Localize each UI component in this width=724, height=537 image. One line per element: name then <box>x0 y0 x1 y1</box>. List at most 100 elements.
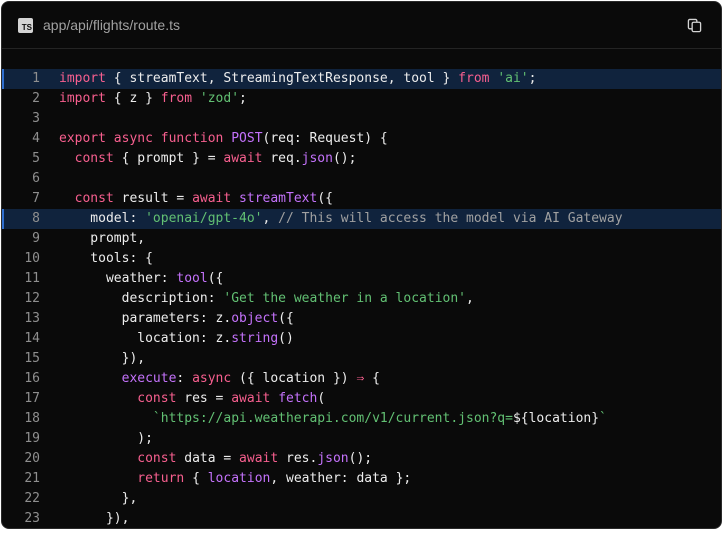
code-token: 'Get the weather in a location' <box>223 291 467 306</box>
line-number: 14 <box>24 331 40 346</box>
code-token: json <box>301 151 333 166</box>
code-token: const <box>74 151 114 166</box>
line-number: 1 <box>32 71 40 86</box>
code-token: , <box>262 211 279 226</box>
code-token: tool <box>176 271 208 286</box>
code-token: (req: Request) { <box>262 131 388 146</box>
code-text: description: 'Get the weather in a locat… <box>59 289 474 309</box>
code-token: }, <box>59 491 138 506</box>
copy-icon <box>687 18 701 32</box>
code-line: 4 export async function POST(req: Request… <box>2 129 721 149</box>
code-text: `https://api.weatherapi.com/v1/current.j… <box>59 409 607 429</box>
code-text: return { location, weather: data }; <box>59 469 411 489</box>
typescript-file-icon: TS <box>18 17 33 33</box>
code-text: export async function POST(req: Request)… <box>59 129 388 149</box>
code-text: prompt, <box>59 229 145 249</box>
code-token: req. <box>262 151 302 166</box>
line-number: 17 <box>24 391 40 406</box>
code-token: async <box>113 131 153 146</box>
code-token: json <box>317 451 349 466</box>
code-token: ({ <box>317 191 333 206</box>
code-line: 16 execute: async ({ location }) ⇒ { <box>2 369 721 389</box>
code-text: import { z } from 'zod'; <box>59 89 247 109</box>
code-token: location: z. <box>59 331 232 346</box>
line-number: 4 <box>32 131 40 146</box>
code-token: POST <box>231 131 263 146</box>
code-text: location: z.string() <box>59 329 294 349</box>
code-line: 20 const data = await res.json(); <box>2 449 721 469</box>
code-token: from <box>160 91 193 106</box>
code-token: streamText <box>239 191 318 206</box>
line-number: 8 <box>32 211 40 226</box>
code-token: ` <box>599 411 607 426</box>
line-number: 15 <box>24 351 40 366</box>
code-token: { <box>364 371 380 386</box>
code-token: async <box>192 371 232 386</box>
code-token: `https://api.weatherapi.com/v1/current.j… <box>152 411 513 426</box>
code-token: res. <box>278 451 318 466</box>
code-token: ( <box>317 391 326 406</box>
code-token: 'zod' <box>199 91 240 106</box>
code-token: prompt, <box>59 231 146 246</box>
code-text: weather: tool({ <box>59 269 223 289</box>
code-line: 14 location: z.string() <box>2 329 721 349</box>
code-text: parameters: z.object({ <box>59 309 294 329</box>
code-text: model: 'openai/gpt-4o', // This will acc… <box>59 209 622 229</box>
code-token: ; <box>239 91 247 106</box>
code-token: description: <box>59 291 224 306</box>
code-token: (); <box>332 151 357 166</box>
code-block-window: TS app/api/flights/route.ts 1 import { st… <box>1 1 722 529</box>
code-line: 9 prompt, <box>2 229 721 249</box>
line-number: 7 <box>32 191 40 206</box>
line-number: 6 <box>32 171 40 186</box>
file-path: app/api/flights/route.ts <box>43 17 180 33</box>
code-line: 10 tools: { <box>2 249 721 269</box>
line-number: 19 <box>24 431 40 446</box>
copy-button[interactable] <box>683 14 705 36</box>
code-token: , <box>466 291 474 306</box>
code-token: ({ location }) <box>231 371 357 386</box>
code-line: 22 }, <box>2 489 721 509</box>
line-number: 3 <box>32 111 40 126</box>
code-token: parameters: z. <box>59 311 232 326</box>
code-text: }, <box>59 489 138 509</box>
code-token: 'ai' <box>497 71 529 86</box>
code-line: 15 }), <box>2 349 721 369</box>
line-number: 9 <box>32 231 40 246</box>
code-line: 21 return { location, weather: data }; <box>2 469 721 489</box>
code-token: await <box>223 151 263 166</box>
code-token: res = <box>176 391 232 406</box>
code-block-header: TS app/api/flights/route.ts <box>2 2 721 49</box>
code-token: const <box>137 451 177 466</box>
code-line: 3 <box>2 109 721 129</box>
line-number: 22 <box>24 491 40 506</box>
code-token: ); <box>59 431 153 446</box>
code-token: location <box>207 471 271 486</box>
code-line: 1 import { streamText, StreamingTextRespo… <box>2 69 721 89</box>
line-number: 18 <box>24 411 40 426</box>
code-line: 11 weather: tool({ <box>2 269 721 289</box>
code-token: import <box>59 71 106 86</box>
line-number: 23 <box>24 511 40 526</box>
code-token: await <box>192 191 232 206</box>
code-token: await <box>239 451 279 466</box>
code-line: 17 const res = await fetch( <box>2 389 721 409</box>
code-line: 12 description: 'Get the weather in a lo… <box>2 289 721 309</box>
code-token: ({ <box>207 271 224 286</box>
line-number: 2 <box>32 91 40 106</box>
code-token: ({ <box>278 311 294 326</box>
code-token: }), <box>59 351 146 366</box>
code-token: await <box>231 391 271 406</box>
code-token: data = <box>176 451 240 466</box>
code-token: export <box>59 131 106 146</box>
line-number: 12 <box>24 291 40 306</box>
code-line: 5 const { prompt } = await req.json(); <box>2 149 721 169</box>
